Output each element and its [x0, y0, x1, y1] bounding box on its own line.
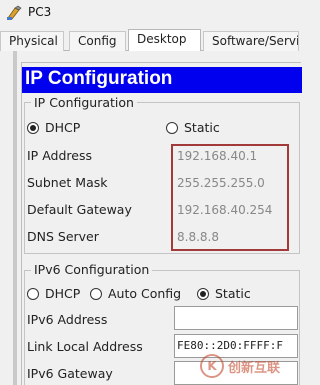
watermark-text: 创新互联 — [228, 360, 281, 376]
ipv6-group-legend: IPv6 Configuration — [31, 262, 153, 277]
radio-label: Static — [184, 120, 220, 135]
radio-checked-icon — [197, 287, 209, 300]
ipv6-gateway-label: IPv6 Gateway — [27, 366, 113, 381]
default-gateway-label: Default Gateway — [27, 202, 132, 217]
radio-label: Static — [215, 286, 251, 301]
ipv6-auto-config-radio[interactable]: Auto Config — [90, 286, 181, 301]
tab-desktop[interactable]: Desktop — [128, 29, 201, 52]
pc-app-icon — [7, 5, 22, 20]
radio-label: DHCP — [45, 286, 81, 301]
watermark-logo: K 创新互联 — [200, 352, 296, 380]
highlight-annotation-box — [171, 144, 289, 251]
radio-checked-icon — [27, 121, 39, 134]
tab-software-services[interactable]: Software/Servi — [203, 31, 299, 51]
ipv6-static-radio[interactable]: Static — [197, 286, 251, 301]
ipv6-dhcp-radio[interactable]: DHCP — [27, 286, 80, 301]
radio-label: DHCP — [45, 120, 81, 135]
dns-server-label: DNS Server — [27, 229, 99, 244]
radio-unchecked-icon — [166, 121, 178, 134]
ipv4-group-legend: IP Configuration — [31, 95, 137, 110]
window-frame-edge — [13, 51, 17, 385]
title-bar: PC3 — [0, 0, 296, 26]
tab-bar: Physical Config Desktop Software/Servi — [0, 29, 299, 52]
tab-physical[interactable]: Physical — [0, 31, 64, 51]
watermark-icon: K — [200, 354, 224, 378]
tab-config[interactable]: Config — [69, 31, 126, 51]
radio-label: Auto Config — [108, 286, 182, 301]
ipv4-static-radio[interactable]: Static — [166, 120, 220, 135]
window-title: PC3 — [28, 5, 52, 19]
ip-address-label: IP Address — [27, 148, 92, 163]
ipv6-address-input[interactable] — [174, 306, 298, 330]
ipv4-dhcp-radio[interactable]: DHCP — [27, 120, 80, 135]
radio-unchecked-icon — [90, 287, 102, 300]
subnet-mask-label: Subnet Mask — [27, 175, 108, 190]
page-title: IP Configuration — [25, 68, 173, 89]
link-local-address-label: Link Local Address — [27, 339, 143, 354]
radio-unchecked-icon — [27, 287, 39, 300]
ipv6-address-label: IPv6 Address — [27, 312, 108, 327]
